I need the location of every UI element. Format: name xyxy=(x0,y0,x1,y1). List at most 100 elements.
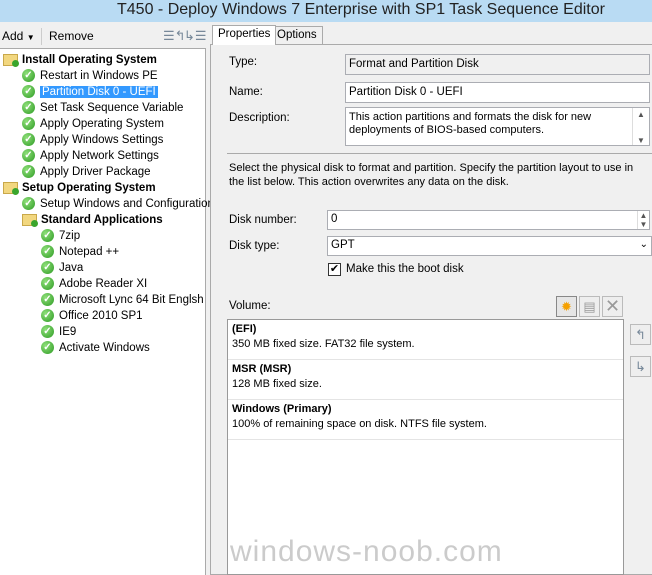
remove-button[interactable]: Remove xyxy=(49,29,94,43)
tree-item[interactable]: ✓ 7zip xyxy=(41,228,80,244)
volume-name: (EFI) xyxy=(232,323,257,335)
volume-item[interactable]: Windows (Primary) 100% of remaining space… xyxy=(228,400,623,440)
volume-item[interactable]: MSR (MSR) 128 MB fixed size. xyxy=(228,360,623,400)
tree-item-label: Java xyxy=(59,262,84,274)
tree-item-label: IE9 xyxy=(59,326,77,338)
check-icon: ✓ xyxy=(41,245,54,259)
tree-item-label: 7zip xyxy=(59,230,81,242)
volume-name: Windows (Primary) xyxy=(232,403,332,415)
tree-item[interactable]: ✓ Setup Windows and Configuration xyxy=(22,196,214,212)
tree-item-label: Setup Operating System xyxy=(22,182,156,194)
check-icon: ✓ xyxy=(22,133,35,147)
check-icon: ✓ xyxy=(41,229,54,243)
move-up-icon[interactable]: ☰↰ xyxy=(163,28,186,44)
check-icon: ✓ xyxy=(41,277,54,291)
disk-number-label: Disk number: xyxy=(229,214,297,226)
add-button[interactable]: Add ▼ xyxy=(2,29,35,43)
new-partition-icon[interactable]: ✹ xyxy=(556,296,577,317)
volume-desc: 128 MB fixed size. xyxy=(232,378,322,390)
check-icon: ✓ xyxy=(22,101,35,115)
tree-item-label: Apply Operating System xyxy=(40,118,165,130)
delete-partition-icon[interactable]: ✕ xyxy=(602,296,623,317)
check-icon: ✓ xyxy=(41,309,54,323)
tree-item-label: Set Task Sequence Variable xyxy=(40,102,184,114)
tree-item-label: Restart in Windows PE xyxy=(40,70,158,82)
disk-type-select[interactable]: GPT ⌄ xyxy=(327,236,652,256)
tree-item-label: Install Operating System xyxy=(22,54,157,66)
name-input[interactable]: Partition Disk 0 - UEFI xyxy=(345,82,650,103)
check-icon: ✓ xyxy=(22,69,35,83)
tree-group[interactable]: Setup Operating System xyxy=(3,180,156,196)
tree-item[interactable]: ✓ Office 2010 SP1 xyxy=(41,308,143,324)
description-text: This action partitions and formats the d… xyxy=(349,111,592,136)
tree-item-label: Activate Windows xyxy=(59,342,150,354)
spinner-arrows-icon[interactable]: ▲ ▼ xyxy=(637,211,649,229)
tree-item[interactable]: ✓ Apply Operating System xyxy=(22,116,164,132)
separator xyxy=(227,153,652,154)
tree-item[interactable]: ✓ Notepad ++ xyxy=(41,244,119,260)
boot-disk-checkbox[interactable]: ✔ xyxy=(328,263,341,276)
tree-item[interactable]: ✓ Restart in Windows PE xyxy=(22,68,158,84)
tab-properties[interactable]: Properties xyxy=(212,25,277,45)
move-down-icon[interactable]: ↳☰ xyxy=(184,28,207,44)
boot-disk-label: Make this the boot disk xyxy=(346,263,464,275)
partition-properties-icon[interactable]: ▤ xyxy=(579,296,600,317)
tree-item-label: Notepad ++ xyxy=(59,246,120,258)
disk-type-label: Disk type: xyxy=(229,240,280,252)
tree-item[interactable]: ✓ Apply Network Settings xyxy=(22,148,159,164)
tree-item[interactable]: ✓ Java xyxy=(41,260,83,276)
volume-label: Volume: xyxy=(229,300,271,312)
volume-desc: 100% of remaining space on disk. NTFS fi… xyxy=(232,418,487,430)
volume-item[interactable]: (EFI) 350 MB fixed size. FAT32 file syste… xyxy=(228,320,623,360)
move-partition-up-icon[interactable]: ↰ xyxy=(630,324,651,345)
tab-options[interactable]: Options xyxy=(271,26,323,45)
chevron-down-icon: ⌄ xyxy=(639,239,648,250)
tree-item[interactable]: ✓ Microsoft Lync 64 Bit Englsh xyxy=(41,292,204,308)
tree-item[interactable]: ✓ Partition Disk 0 - UEFI xyxy=(22,84,158,100)
title-bar: T450 - Deploy Windows 7 Enterprise with … xyxy=(0,0,652,22)
type-field: Format and Partition Disk xyxy=(345,54,650,75)
check-icon: ✓ xyxy=(41,341,54,355)
check-icon: ✓ xyxy=(22,117,35,131)
volume-name: MSR (MSR) xyxy=(232,363,292,375)
watermark: windows-noob.com xyxy=(230,535,503,568)
tree-item-label: Apply Network Settings xyxy=(40,150,159,162)
tree-group[interactable]: Install Operating System xyxy=(3,52,157,68)
tree-item-label: Microsoft Lync 64 Bit Englsh xyxy=(59,294,204,306)
folder-icon xyxy=(3,181,19,195)
type-label: Type: xyxy=(229,56,258,68)
check-icon: ✓ xyxy=(22,165,35,179)
folder-icon xyxy=(3,53,19,67)
description-input[interactable]: This action partitions and formats the d… xyxy=(345,107,650,146)
check-icon: ✓ xyxy=(22,197,35,211)
tree-item[interactable]: ✓ IE9 xyxy=(41,324,76,340)
check-icon: ✓ xyxy=(22,149,35,163)
tree-item[interactable]: ✓ Apply Windows Settings xyxy=(22,132,163,148)
tree-item-label: Apply Windows Settings xyxy=(40,134,164,146)
volume-desc: 350 MB fixed size. FAT32 file system. xyxy=(232,338,415,350)
check-icon: ✓ xyxy=(41,325,54,339)
check-icon: ✓ xyxy=(41,293,54,307)
tree-item-label: Setup Windows and Configuration xyxy=(40,198,214,210)
check-icon: ✓ xyxy=(41,261,54,275)
name-label: Name: xyxy=(229,86,263,98)
move-partition-down-icon[interactable]: ↳ xyxy=(630,356,651,377)
check-icon: ✓ xyxy=(22,85,35,99)
window-title: T450 - Deploy Windows 7 Enterprise with … xyxy=(117,1,605,18)
tree-item-label: Partition Disk 0 - UEFI xyxy=(40,86,158,98)
tree-item[interactable]: ✓ Set Task Sequence Variable xyxy=(22,100,183,116)
tree-group[interactable]: Standard Applications xyxy=(22,212,163,228)
description-label: Description: xyxy=(229,112,290,124)
tree-item[interactable]: ✓ Apply Driver Package xyxy=(22,164,151,180)
tree-item[interactable]: ✓ Adobe Reader XI xyxy=(41,276,147,292)
tree-item-label: Standard Applications xyxy=(41,214,163,226)
tree-item-label: Apply Driver Package xyxy=(40,166,151,178)
info-text: Select the physical disk to format and p… xyxy=(229,162,634,188)
folder-icon xyxy=(22,213,38,227)
tree-item-label: Office 2010 SP1 xyxy=(59,310,143,322)
dropdown-arrow-icon: ▼ xyxy=(26,33,35,42)
disk-number-spinner[interactable]: 0 ▲ ▼ xyxy=(327,210,650,230)
tree-item-label: Adobe Reader XI xyxy=(59,278,148,290)
tree-item[interactable]: ✓ Activate Windows xyxy=(41,340,150,356)
description-scrollbar[interactable]: ▲ ▼ xyxy=(632,108,649,145)
